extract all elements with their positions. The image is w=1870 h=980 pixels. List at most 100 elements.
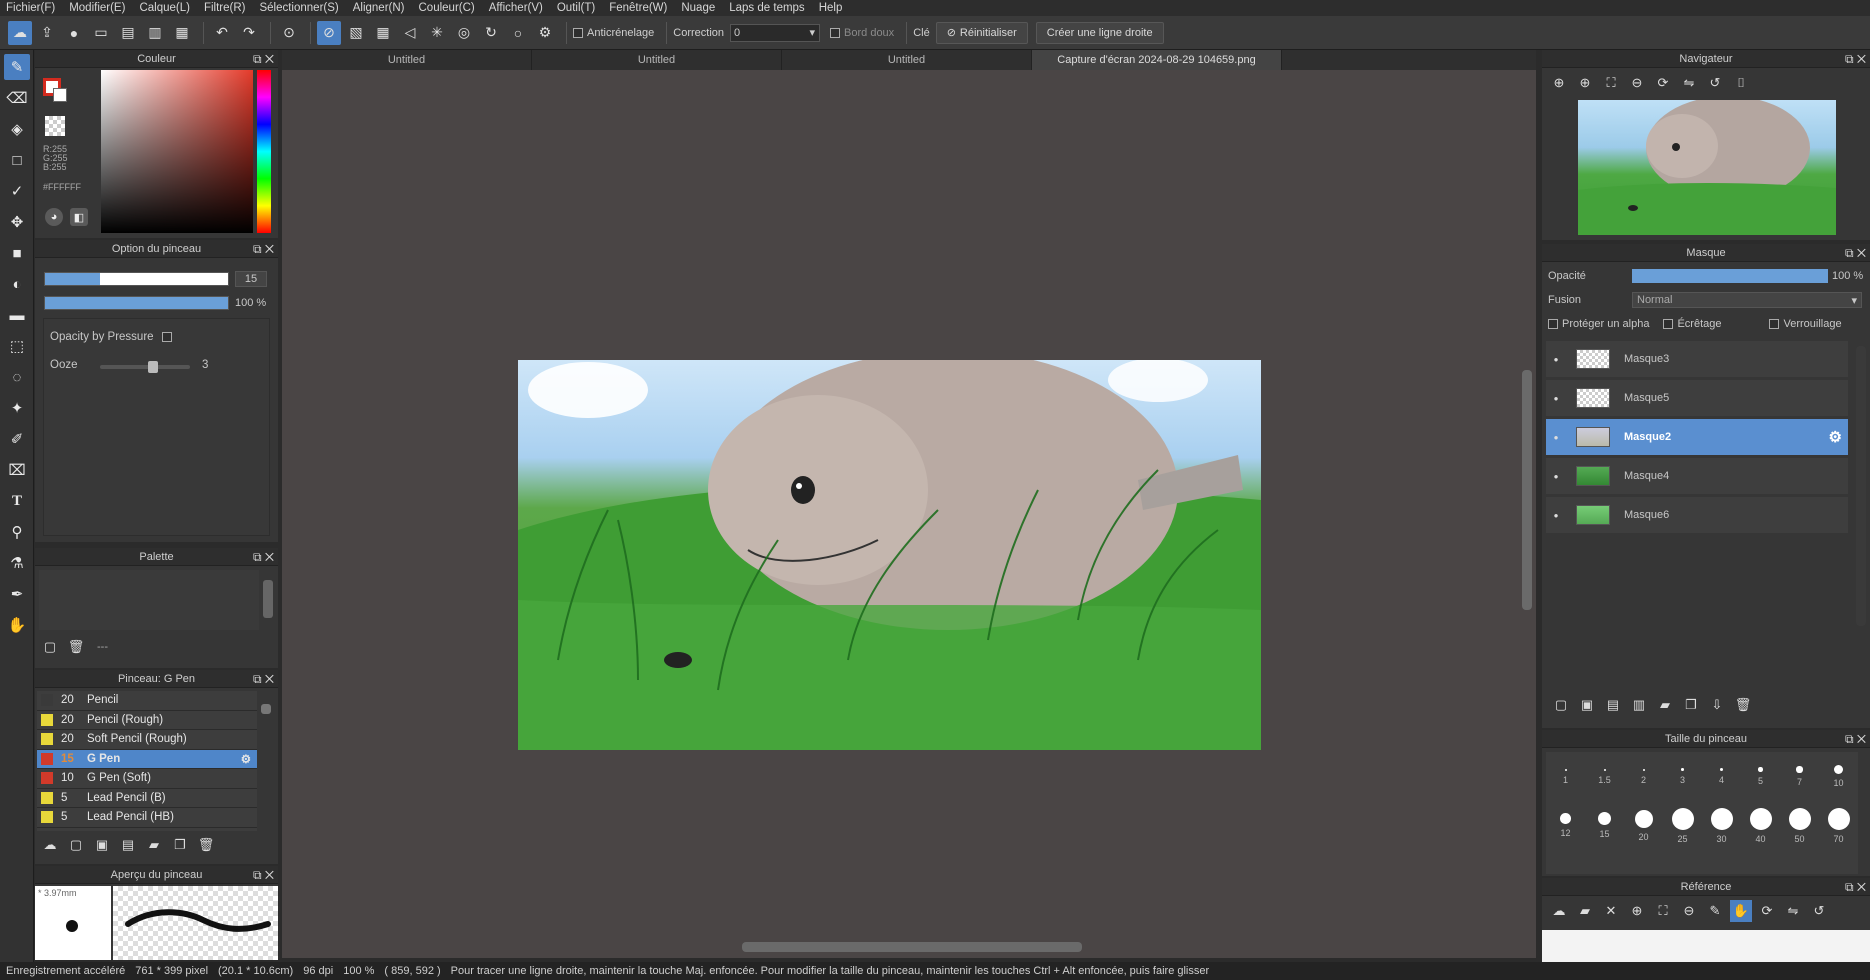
opacity-by-pressure-row[interactable]: Opacity by Pressure [50,331,176,343]
move-tool-icon[interactable]: ✥ [4,209,30,235]
brush-row[interactable]: 10 G Pen (Soft) [37,769,257,789]
straight-line-button[interactable]: Créer une ligne droite [1035,21,1164,44]
swatch-mode-icon[interactable]: ◧ [70,208,88,226]
brush-tool-icon[interactable]: ✎ [4,54,30,80]
zoom-in-alt-icon[interactable]: ⊕ [1574,72,1596,94]
eyedropper-tool-icon[interactable]: ⚗ [4,550,30,576]
open-folder-icon[interactable]: ▰ [1574,900,1596,922]
new-layer-icon[interactable]: ▢ [1550,694,1572,716]
fit-icon[interactable]: ⛶ [1600,72,1622,94]
antialias-checkbox[interactable] [573,27,583,38]
brush-list-scrollbar[interactable] [261,694,271,830]
panel-controls-icon[interactable]: ⧉ ✕ [1845,732,1866,747]
menu-window[interactable]: Fenêtre(W) [609,2,667,14]
brush-size-preset[interactable]: 10 [1819,752,1858,801]
undo-icon[interactable]: ↶ [210,21,234,45]
menu-layer[interactable]: Calque(L) [139,2,190,14]
reset-view-icon[interactable]: ↺ [1704,72,1726,94]
brush-row[interactable]: 20 Soft Pencil (Rough) [37,730,257,750]
brush-size-preset[interactable]: 30 [1702,801,1741,850]
layer-opacity-slider[interactable] [1632,269,1828,283]
brush-size-slider[interactable] [44,272,229,286]
snap-parallel-icon[interactable]: ▧ [344,21,368,45]
soft-edge-toggle[interactable]: Bord doux [830,27,894,39]
zoom-out-icon[interactable]: ⊖ [1678,900,1700,922]
brush-size-preset[interactable]: 20 [1624,801,1663,850]
ooze-slider[interactable] [100,361,190,373]
reset-button[interactable]: ⊘ Réinitialiser [935,21,1028,44]
artwork-canvas[interactable] [518,360,1261,750]
panel-controls-icon[interactable]: ⧉ ✕ [253,52,274,67]
page-icon[interactable]: ▥ [143,21,167,45]
brush-size-preset[interactable]: 1.5 [1585,752,1624,801]
antialias-toggle[interactable]: Anticrénelage [573,27,654,39]
panel-controls-icon[interactable]: ⧉ ✕ [253,672,274,687]
brush-size-preset[interactable]: 12 [1546,801,1585,850]
redo-icon[interactable]: ↷ [237,21,261,45]
cloud-icon[interactable]: ☁ [1548,900,1570,922]
clipping-checkbox[interactable] [1663,319,1674,329]
menu-align[interactable]: Aligner(N) [353,2,405,14]
ooze-handle[interactable] [148,361,158,373]
merge-down-icon[interactable]: ⇩ [1706,694,1728,716]
palette-area[interactable] [39,570,259,630]
add-layer-dropdown-icon[interactable]: ▥ [1628,694,1650,716]
panel-controls-icon[interactable]: ⧉ ✕ [1845,246,1866,261]
scroll-thumb[interactable] [1856,346,1866,626]
brush-size-preset[interactable]: 50 [1780,801,1819,850]
panel-controls-icon[interactable]: ⧉ ✕ [253,550,274,565]
cloud-icon[interactable]: ☁ [8,20,32,45]
layer-list-scrollbar[interactable] [1856,340,1868,630]
canvas-area[interactable] [282,70,1536,958]
visibility-icon[interactable]: ● [1546,355,1566,364]
add-brush-icon[interactable]: ▣ [91,834,113,856]
bg-color-swatch[interactable] [53,88,67,102]
eraser-tool-icon[interactable]: ⌫ [4,85,30,111]
menu-tool[interactable]: Outil(T) [557,2,595,14]
canvas-horizontal-scrollbar[interactable] [282,942,1522,954]
magic-wand-icon[interactable]: ✦ [4,395,30,421]
brush-row[interactable]: 20 Pencil [37,691,257,711]
visibility-icon[interactable]: ● [1546,472,1566,481]
brush-row[interactable]: 20 Pencil (Rough) [37,711,257,730]
menu-view[interactable]: Afficher(V) [489,2,543,14]
fill-rect-icon[interactable]: ■ [4,240,30,266]
menu-help[interactable]: Help [819,2,843,14]
panel-controls-icon[interactable]: ⧉ ✕ [253,868,274,883]
visibility-icon[interactable]: ● [1546,511,1566,520]
scroll-thumb[interactable] [742,942,1082,952]
palette-mode-icon[interactable]: ◕ [45,208,63,226]
opacity-by-pressure-checkbox[interactable] [161,332,172,342]
select-rect-icon[interactable]: ⬚ [4,333,30,359]
panel-controls-icon[interactable]: ⧉ ✕ [1845,52,1866,67]
navigator-thumbnail[interactable] [1578,100,1836,235]
visibility-icon[interactable]: ● [1546,433,1566,442]
protect-alpha-checkbox[interactable] [1548,319,1558,329]
layer-row[interactable]: ● Masque2 ⚙ [1546,419,1848,455]
pen-tool-icon[interactable]: ✒ [4,581,30,607]
brush-size-value[interactable]: 15 [235,271,267,287]
layer-row[interactable]: ● Masque5 [1546,380,1848,416]
brush-size-preset[interactable]: 3 [1663,752,1702,801]
text-tool-icon[interactable]: T [4,488,30,514]
rotate-icon[interactable]: ⟳ [1652,72,1674,94]
snap-curve-icon[interactable]: ↻ [479,21,503,45]
zoom-in-icon[interactable]: ⊕ [1548,72,1570,94]
fit-icon[interactable]: ⛶ [1652,900,1674,922]
brush-size-preset[interactable]: 70 [1819,801,1858,850]
duplicate-layer-icon[interactable]: ❐ [1680,694,1702,716]
rotate-icon[interactable]: ⟳ [1756,900,1778,922]
brush-row[interactable]: 5 Lead Pencil (HB) [37,808,257,828]
hand-tool-icon[interactable]: ✋ [4,612,30,638]
delete-layer-icon[interactable]: 🗑 [1732,694,1754,716]
gear-icon[interactable]: ⚙ [1829,428,1842,446]
gradient-tool-icon[interactable]: ▬ [4,302,30,328]
brush-opacity-slider[interactable] [44,296,229,310]
scroll-thumb[interactable] [1522,370,1532,610]
brush-size-preset[interactable]: 15 [1585,801,1624,850]
transparent-swatch[interactable] [45,116,65,136]
snap-circle-icon[interactable]: ◎ [452,21,476,45]
tab-untitled-2[interactable]: Untitled [532,50,782,70]
flip-icon[interactable]: ⇋ [1678,72,1700,94]
correction-select[interactable]: 0 ▾ [730,23,821,42]
